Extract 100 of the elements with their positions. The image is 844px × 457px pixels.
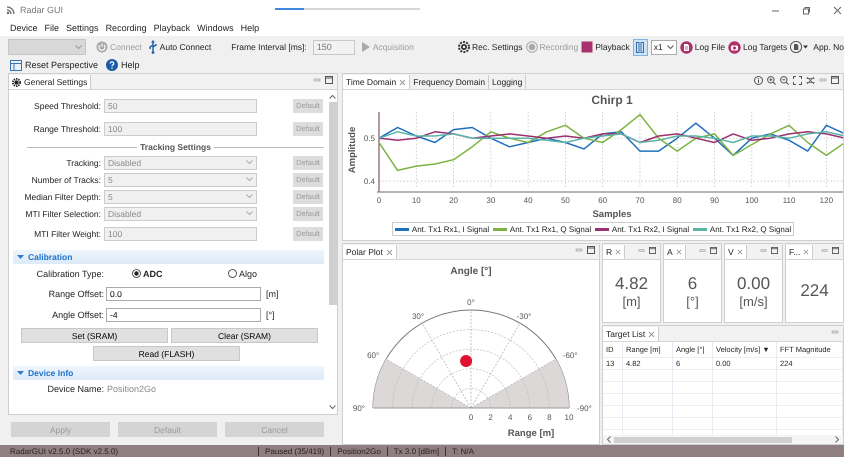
field-label: MTI Filter Weight: [33,228,102,238]
input-field[interactable]: -4 [106,308,261,322]
table-cell [713,406,777,418]
scroll-right-icon[interactable] [835,436,840,443]
maximize-icon[interactable] [771,246,778,254]
menu-item[interactable]: Playback [154,23,190,33]
panel-tab[interactable]: A [664,245,686,259]
log-targets-button[interactable]: Log Targets [728,40,788,54]
app-notes-button[interactable]: App. No [813,42,844,52]
panel-tab[interactable]: Polar Plot [343,245,397,259]
tick-label: 10 [564,413,574,422]
maximize-icon[interactable] [325,76,333,84]
auto-connect-button[interactable]: Auto Connect [148,40,212,54]
status-text: Paused (35/419) [258,446,330,456]
close-icon[interactable] [399,78,406,86]
field-label: Calibration Type: [36,268,105,278]
field-label: Tracking: [65,158,102,168]
panel-tab[interactable]: R [603,245,626,259]
maximize-icon[interactable] [831,76,839,84]
panel-tab[interactable]: General Settings [9,75,92,89]
help-icon [106,59,118,71]
gear-icon [12,78,21,86]
restore-icon[interactable] [802,6,811,14]
section-header[interactable]: Calibration [13,250,324,264]
panel-tab[interactable]: Time Domain [343,75,410,89]
scroll-up-icon[interactable] [329,94,336,99]
table-cell [713,394,777,406]
caret-icon [17,370,24,376]
info-icon[interactable] [754,76,763,84]
input-field[interactable]: 0.0 [106,286,261,300]
angle-label: -30° [516,312,532,322]
table-cell [673,382,713,394]
close-icon[interactable] [648,330,656,338]
read-button[interactable]: Read (FLASH) [93,346,240,361]
log-file-button[interactable]: Log File [680,40,726,54]
panel-tab[interactable]: F... [786,245,814,259]
menu-item[interactable]: Recording [106,23,147,33]
play-icon [360,41,371,53]
reset-perspective-button[interactable]: Reset Perspective [10,60,98,70]
pause-button[interactable] [632,38,648,56]
axis-label: Range [m] [508,428,554,439]
chart-title: Angle [°] [450,266,492,277]
chart-title: Chirp 1 [591,93,633,107]
table-cell [603,394,623,406]
radio-button[interactable]: ADC [132,268,228,278]
help-button[interactable]: Help [106,59,140,71]
maximize-icon[interactable] [710,246,717,254]
fit-icon[interactable] [793,76,802,84]
table-cell [777,394,843,406]
unit-label: [m] [622,294,641,308]
set-button[interactable]: Set (SRAM) [21,328,168,343]
table-cell [777,370,843,382]
menu-item[interactable]: File [44,23,60,33]
caret-icon [75,44,82,50]
field-label: Range Offset: [48,288,105,298]
close-icon[interactable] [386,248,393,256]
panel-tab[interactable]: Frequency Domain [410,75,490,89]
scrollbar[interactable] [603,435,843,444]
close-icon[interactable] [676,249,682,255]
close-icon[interactable] [736,249,743,255]
close-icon[interactable] [803,249,810,255]
playback-button[interactable]: Playback [581,41,630,53]
scroll-down-icon[interactable] [329,405,336,410]
tick-label: 40 [524,196,533,205]
scroll-left-icon[interactable] [606,436,611,443]
close-icon[interactable] [833,6,842,14]
maximize-icon[interactable] [832,246,839,254]
panel-tab[interactable]: Logging [489,75,526,89]
field-label: Number of Tracks: [30,174,102,184]
panel-tab[interactable]: Target List [603,327,660,341]
clear-button[interactable]: Clear (SRAM) [171,328,318,343]
speed-dropdown[interactable]: x1 [650,40,677,54]
legend-label: Ant. Tx1 Rx2, Q Signal [710,224,792,234]
radio-button[interactable]: Algo [228,268,324,278]
zoom-out-icon[interactable] [780,76,789,84]
power-icon [96,41,108,53]
rec-settings-button[interactable]: Rec. Settings [458,41,523,53]
tick-label: 10 [412,196,421,205]
status-text: Tx 3.0 [dBm] [386,446,446,456]
scrollbar-thumb[interactable] [328,102,336,305]
menu-item[interactable]: Windows [197,23,234,33]
maximize-icon[interactable] [587,246,595,254]
panel-tab[interactable]: V [725,245,747,259]
close-icon[interactable] [615,249,622,255]
menu-item[interactable]: Help [240,23,260,33]
axis-label: Amplitude [347,126,358,174]
menu-item[interactable]: Device [10,23,38,33]
document-menu-icon[interactable] [790,41,810,53]
menu-item[interactable]: Settings [66,23,99,33]
section-header[interactable]: Device Info [13,366,324,380]
tick-label: 0 [468,413,474,422]
tick-label: 4 [508,413,512,422]
tick-label: 8 [547,413,552,422]
scrollbar-thumb[interactable] [614,436,792,442]
maximize-icon[interactable] [649,246,656,254]
tick-label: 110 [782,196,796,205]
tick-label: 6 [528,413,532,422]
zoom-in-icon[interactable] [767,76,776,84]
gear-icon [458,41,470,53]
table-cell [673,394,713,406]
